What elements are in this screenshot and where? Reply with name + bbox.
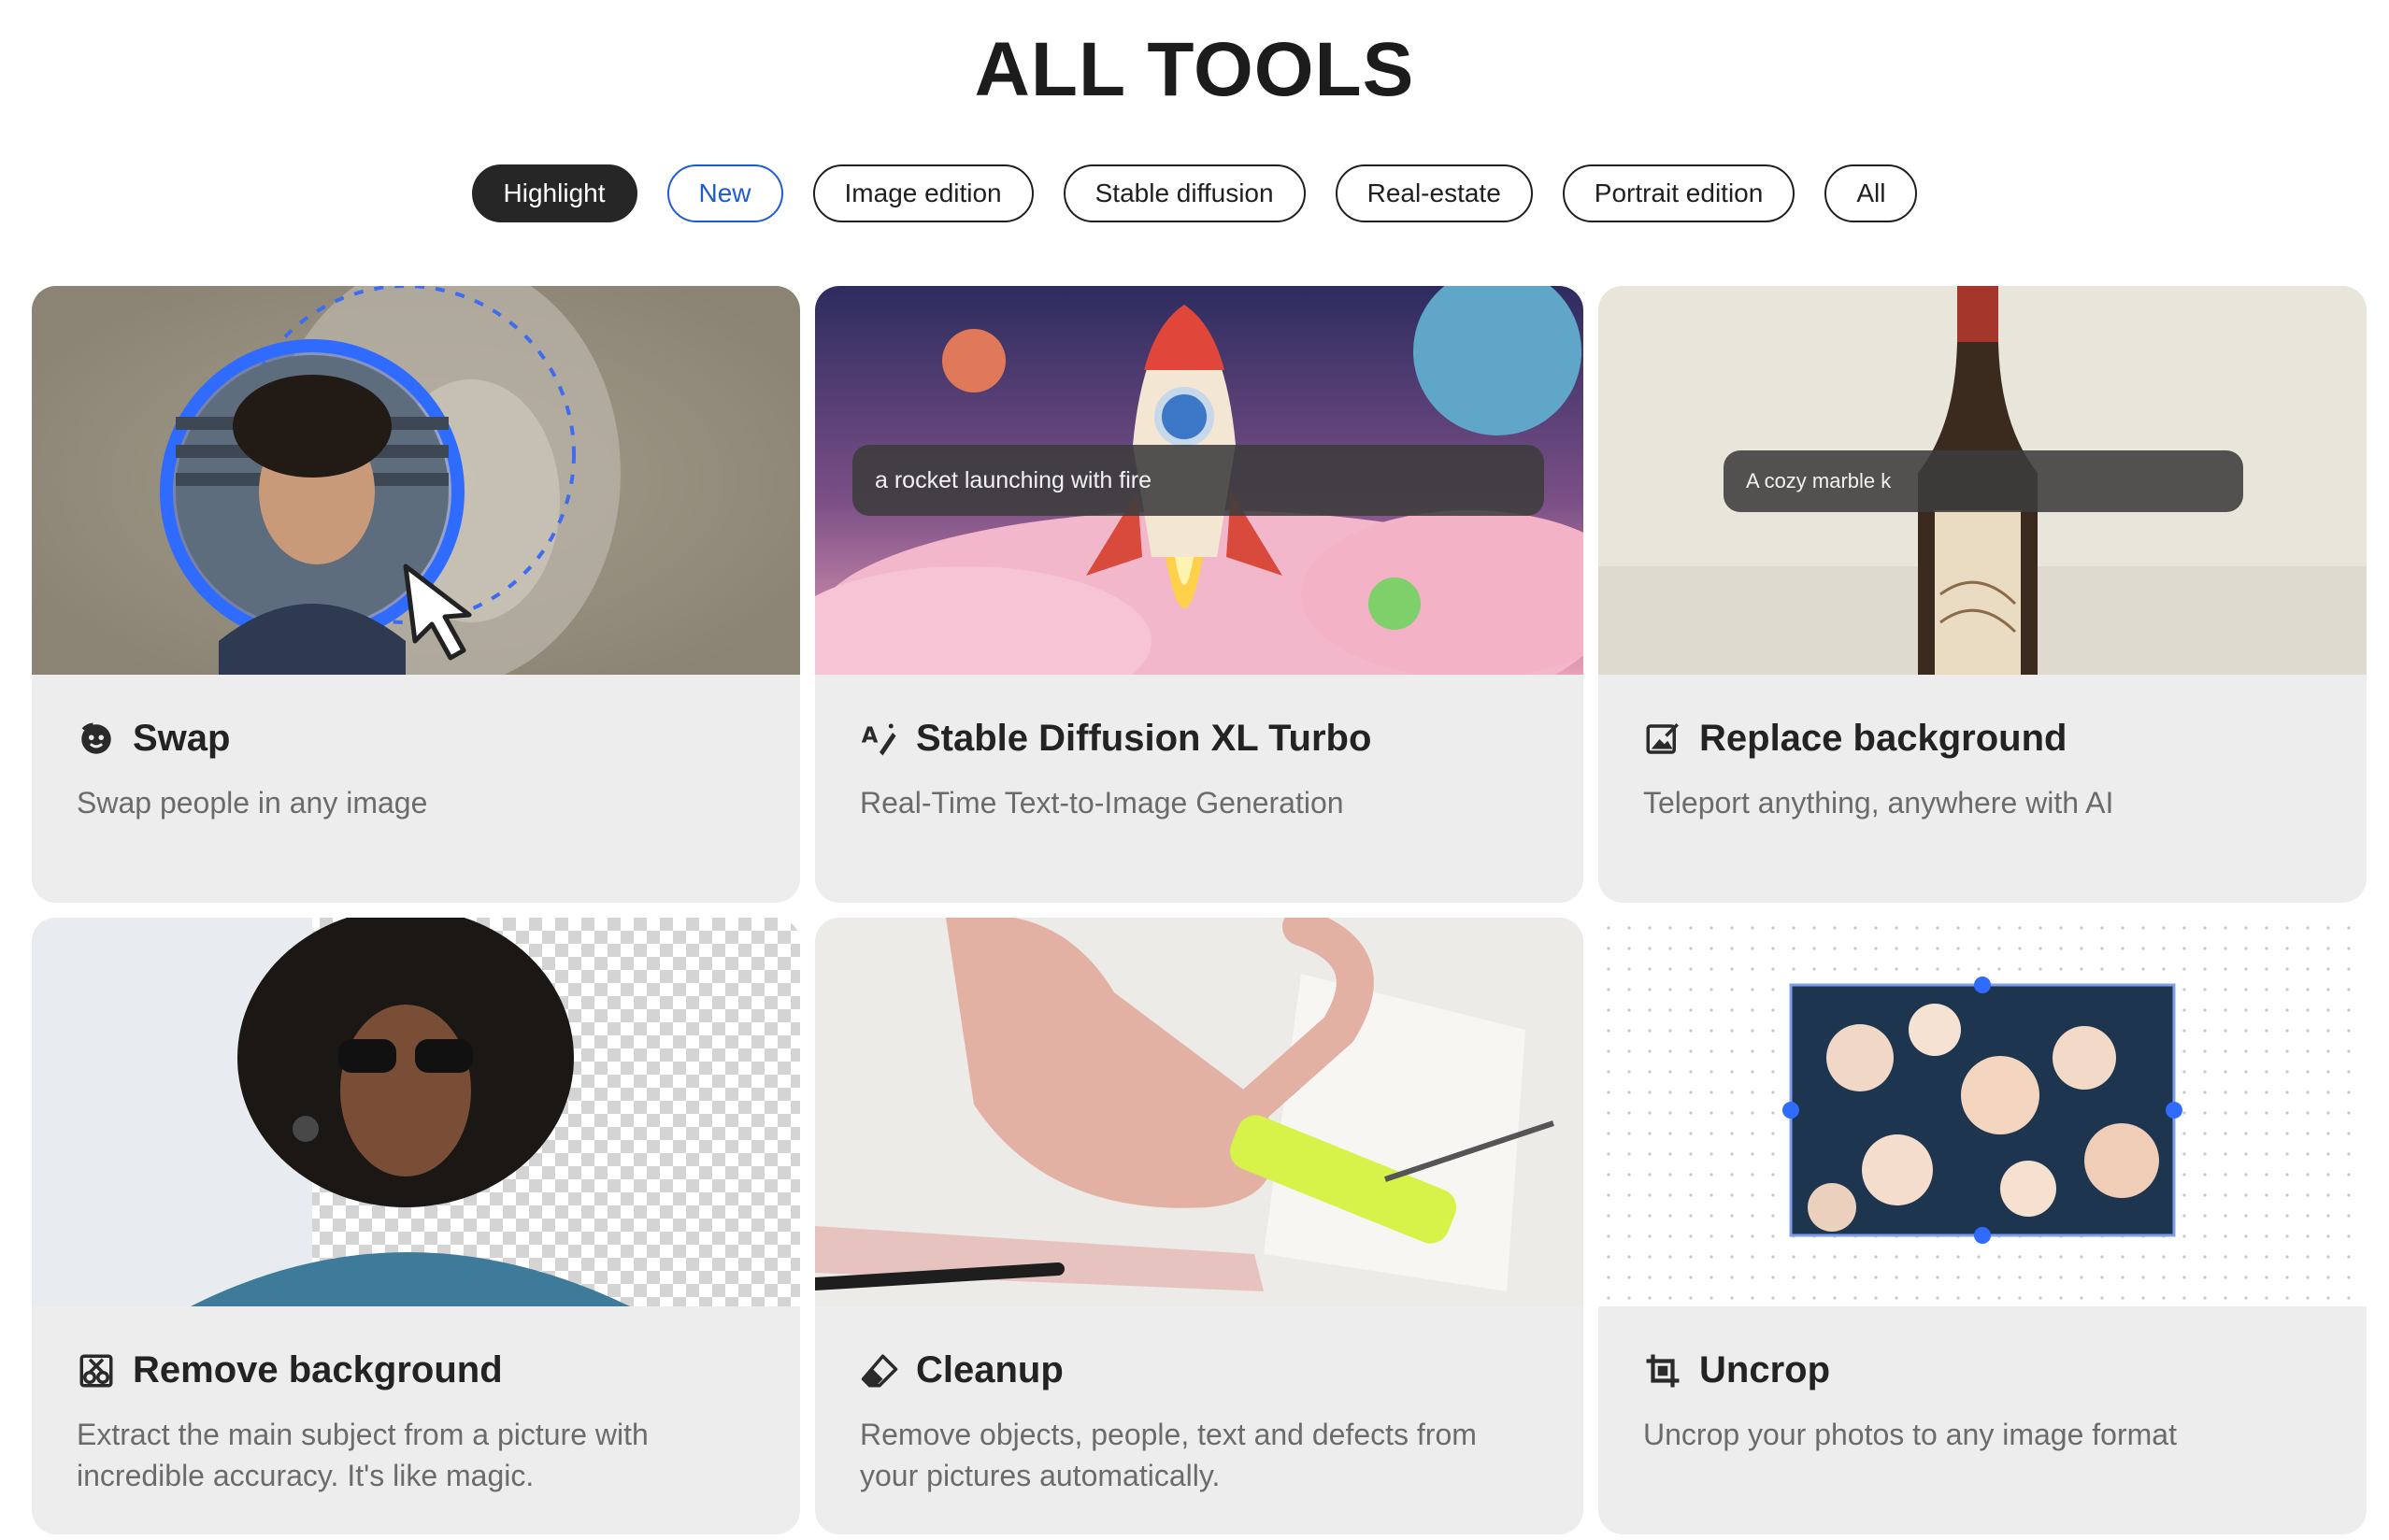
cleanup-preview-image bbox=[815, 918, 1583, 1306]
crop-icon bbox=[1643, 1351, 1682, 1390]
tool-card-stable-diffusion-xl-turbo[interactable]: a rocket launching with fire A Stable Di… bbox=[815, 286, 1583, 903]
filter-image-edition[interactable]: Image edition bbox=[812, 164, 1034, 222]
tool-title: Cleanup bbox=[916, 1349, 1064, 1390]
replace-background-icon bbox=[1643, 720, 1682, 759]
tool-card-remove-background[interactable]: Remove background Extract the main subje… bbox=[32, 918, 800, 1534]
tools-grid: Swap Swap people in any image a rocket l… bbox=[32, 286, 2367, 1534]
tool-description: Uncrop your photos to any image format bbox=[1643, 1418, 2177, 1451]
tool-title: Stable Diffusion XL Turbo bbox=[916, 718, 1372, 759]
tool-title: Swap bbox=[133, 718, 231, 759]
tool-description: Swap people in any image bbox=[77, 786, 428, 820]
tool-title: Replace background bbox=[1699, 718, 2067, 759]
remove-background-preview-image bbox=[32, 918, 800, 1306]
svg-text:A: A bbox=[862, 723, 879, 748]
tool-title: Remove background bbox=[133, 1349, 503, 1390]
tool-description: Remove objects, people, text and defects… bbox=[860, 1418, 1477, 1492]
tool-card-replace-background[interactable]: A cozy marble k Replace background Telep… bbox=[1598, 286, 2367, 903]
filter-portrait-edition[interactable]: Portrait edition bbox=[1562, 164, 1795, 222]
eraser-icon bbox=[860, 1351, 899, 1390]
prompt-input-preview: a rocket launching with fire bbox=[852, 445, 1544, 516]
filter-real-estate[interactable]: Real-estate bbox=[1335, 164, 1533, 222]
tool-description: Real-Time Text-to-Image Generation bbox=[860, 786, 1344, 820]
page-title: ALL TOOLS bbox=[974, 27, 1415, 112]
prompt-text: a rocket launching with fire bbox=[875, 466, 1152, 493]
face-swap-icon bbox=[77, 720, 116, 759]
tool-description: Extract the main subject from a picture … bbox=[77, 1418, 649, 1492]
filter-all[interactable]: All bbox=[1824, 164, 1918, 222]
prompt-text: A cozy marble k bbox=[1746, 469, 1892, 492]
filter-stable-diffusion[interactable]: Stable diffusion bbox=[1063, 164, 1306, 222]
prompt-input-preview: A cozy marble k bbox=[1724, 450, 2243, 512]
remove-background-icon bbox=[77, 1351, 116, 1390]
tool-card-cleanup[interactable]: Cleanup Remove objects, people, text and… bbox=[815, 918, 1583, 1534]
tool-card-uncrop[interactable]: Uncrop Uncrop your photos to any image f… bbox=[1598, 918, 2367, 1534]
uncrop-preview-image bbox=[1598, 918, 2367, 1306]
tool-description: Teleport anything, anywhere with AI bbox=[1643, 786, 2114, 820]
swap-preview-image bbox=[32, 286, 800, 675]
filter-highlight[interactable]: Highlight bbox=[471, 164, 637, 222]
tool-card-swap[interactable]: Swap Swap people in any image bbox=[32, 286, 800, 903]
filter-new[interactable]: New bbox=[666, 164, 783, 222]
wine-bottle-preview-image: A cozy marble k bbox=[1598, 286, 2367, 675]
text-to-image-icon: A bbox=[860, 720, 899, 759]
rocket-preview-image: a rocket launching with fire bbox=[815, 286, 1583, 675]
filter-bar: Highlight New Image edition Stable diffu… bbox=[0, 164, 2389, 222]
tool-title: Uncrop bbox=[1699, 1349, 1830, 1390]
